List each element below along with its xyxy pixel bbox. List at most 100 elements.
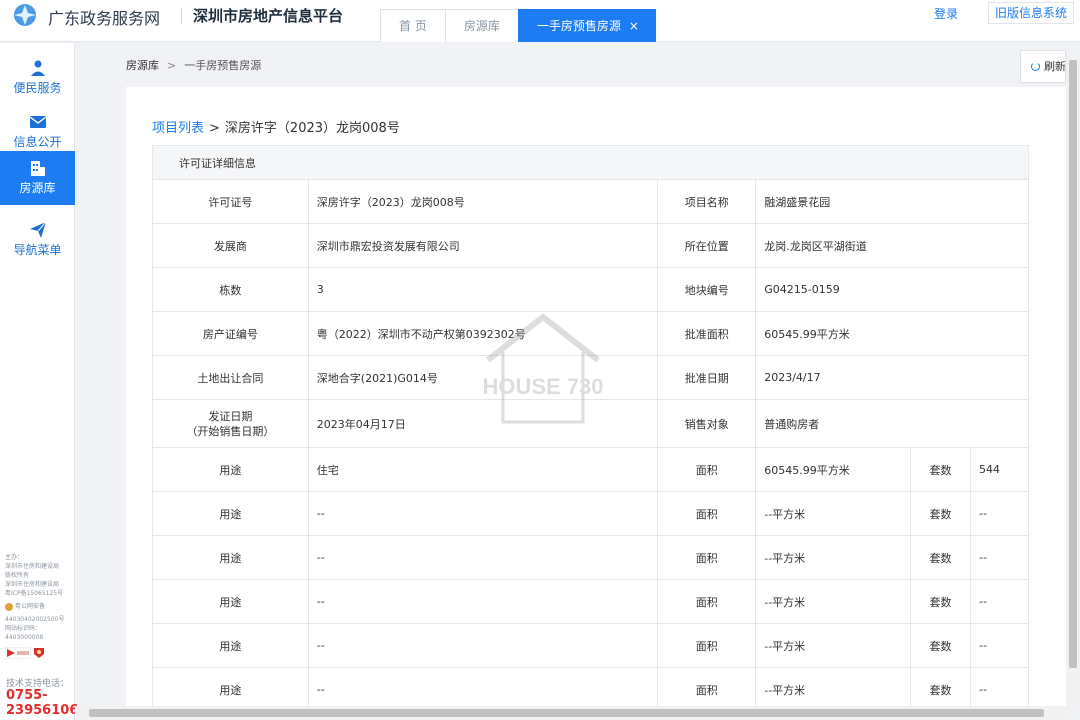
land-contract-label: 土地出让合同 (152, 355, 309, 400)
breadcrumb-root[interactable]: 房源库 (126, 59, 159, 72)
area-value: --平方米 (755, 491, 912, 536)
unit-count-value: -- (970, 535, 1029, 580)
tab-bar: 首 页 房源库 一手房预售房源 × (380, 9, 656, 42)
approval-date-value: 2023/4/17 (755, 355, 1029, 400)
horizontal-scrollbar[interactable] (75, 706, 1066, 720)
footer-line[interactable]: 粤ICP备15065125号 (5, 589, 71, 598)
issue-date-label: 发证日期 (208, 409, 253, 423)
permit-number-label: 许可证号 (152, 179, 309, 224)
breadcrumb: 房源库 > 一手房预售房源 (126, 57, 261, 73)
sidebar-item-listing-library[interactable]: 房源库 (0, 151, 75, 205)
area-value: --平方米 (755, 535, 912, 580)
project-name-label: 项目名称 (657, 179, 757, 224)
usage-value: 住宅 (307, 447, 659, 492)
tab-listing-library-label: 房源库 (463, 19, 500, 33)
section-header-row: 许可证详细信息 (152, 145, 1029, 180)
error-report-badge-icon[interactable] (33, 647, 45, 659)
refresh-button[interactable]: 刷新 (1020, 50, 1066, 83)
sidebar-footer: 主办： 深圳市住房和建设局 版权所有 深圳市住房和建设局 粤ICP备150651… (4, 553, 71, 662)
usage-value: -- (307, 623, 659, 668)
login-link[interactable]: 登录 (934, 5, 958, 22)
usage-row: 用途 住宅 面积 60545.99平方米 套数 544 (152, 447, 1029, 492)
sidebar-item-nav-menu[interactable]: 导航菜单 (0, 213, 75, 267)
people-service-icon (30, 60, 45, 76)
usage-label: 用途 (152, 623, 309, 668)
vertical-scrollbar-thumb[interactable] (1069, 60, 1077, 668)
tab-listing-library[interactable]: 房源库 (444, 9, 519, 42)
footer-line: 粤公网安备 (15, 603, 46, 610)
tab-home[interactable]: 首 页 (380, 9, 446, 42)
usage-label: 用途 (152, 579, 309, 624)
unit-count-label: 套数 (910, 579, 971, 624)
sales-target-label: 销售对象 (657, 399, 757, 448)
developer-label: 发展商 (152, 223, 309, 268)
location-label: 所在位置 (657, 223, 757, 268)
public-security-record[interactable]: 粤公网安备 (5, 602, 71, 611)
permit-title: 深房许字（2023）龙岗008号 (224, 121, 400, 136)
unit-count-label: 套数 (910, 623, 971, 668)
area-value: --平方米 (755, 579, 912, 624)
sidebar: 便民服务 信息公开 房源库 导航菜单 主办： 深圳市住房和建设局 版权所有 深圳… (0, 43, 79, 720)
sidebar-item-label: 房源库 (19, 181, 56, 195)
permit-number-value: 深房许字（2023）龙岗008号 (307, 179, 659, 224)
location-value: 龙岗.龙岗区平湖街道 (755, 223, 1029, 268)
area-label: 面积 (657, 623, 757, 668)
usage-label: 用途 (152, 667, 309, 712)
guangdong-logo-icon (14, 4, 36, 26)
usage-row: 用途 -- 面积 --平方米 套数 -- (152, 535, 1029, 580)
government-site-badge-icon[interactable] (4, 646, 32, 660)
breadcrumb-current: 一手房预售房源 (184, 59, 262, 72)
area-value: --平方米 (755, 667, 912, 712)
approved-area-value: 60545.99平方米 (755, 311, 1029, 356)
header-divider (181, 8, 182, 24)
top-bar: 广东政务服务网 深圳市房地产信息平台 首 页 房源库 一手房预售房源 × 登录 旧… (0, 0, 1080, 42)
sidebar-item-convenience-service[interactable]: 便民服务 (0, 51, 75, 105)
watermark-text: HOUSE 730 (482, 374, 603, 399)
unit-count-value: -- (970, 579, 1029, 624)
approved-area-label: 批准面积 (657, 311, 757, 356)
usage-value: -- (307, 535, 659, 580)
hotline-number: 0755-23956106 (6, 688, 79, 718)
refresh-icon (1031, 62, 1040, 71)
unit-count-value: -- (970, 667, 1029, 712)
building-count-label: 栋数 (152, 267, 309, 312)
approval-date-label: 批准日期 (657, 355, 757, 400)
footer-line: 深圳市住房和建设局 (5, 563, 60, 570)
portal-name[interactable]: 广东政务服务网 (48, 5, 160, 29)
tab-home-label: 首 页 (399, 19, 427, 33)
section-title: 许可证详细信息 (152, 145, 1029, 180)
usage-row: 用途 -- 面积 --平方米 套数 -- (152, 491, 1029, 536)
building-icon (30, 161, 45, 176)
project-list-link[interactable]: 项目列表 (152, 121, 204, 136)
horizontal-scrollbar-thumb[interactable] (89, 709, 1044, 717)
old-system-link[interactable]: 旧版信息系统 (988, 2, 1075, 24)
plot-number-value: G04215-0159 (755, 267, 1029, 312)
mail-icon (29, 116, 46, 128)
table-row: 发展商 深圳市鼎宏投资发展有限公司 所在位置 龙岗.龙岗区平湖街道 (152, 223, 1029, 268)
project-name-value: 融湖盛景花园 (755, 179, 1029, 224)
tab-presale-listings[interactable]: 一手房预售房源 × (517, 9, 656, 42)
sidebar-item-label: 导航菜单 (13, 243, 62, 257)
usage-label: 用途 (152, 447, 309, 492)
building-count-value: 3 (307, 267, 659, 312)
detail-breadcrumb-separator: > (209, 121, 220, 136)
plot-number-label: 地块编号 (657, 267, 757, 312)
area-value: 60545.99平方米 (755, 447, 912, 492)
usage-value: -- (307, 667, 659, 712)
usage-row: 用途 -- 面积 --平方米 套数 -- (152, 623, 1029, 668)
footer-line: 版权所有 (5, 572, 30, 579)
close-tab-icon[interactable]: × (629, 19, 639, 33)
vertical-scrollbar[interactable] (1066, 58, 1080, 708)
usage-value: -- (307, 579, 659, 624)
footer-line: 44030402002500号 (5, 616, 65, 623)
footer-badges (4, 646, 71, 662)
area-label: 面积 (657, 579, 757, 624)
platform-name[interactable]: 深圳市房地产信息平台 (193, 5, 343, 26)
area-value: --平方米 (755, 623, 912, 668)
area-label: 面积 (657, 667, 757, 712)
sidebar-item-label: 便民服务 (13, 81, 62, 95)
paper-plane-icon (29, 221, 46, 238)
unit-count-label: 套数 (910, 447, 971, 492)
usage-label: 用途 (152, 491, 309, 536)
table-row: 栋数 3 地块编号 G04215-0159 (152, 267, 1029, 312)
